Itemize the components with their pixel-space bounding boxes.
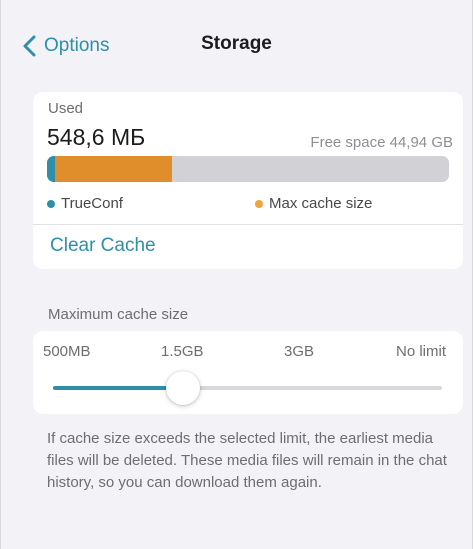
legend-label: Max cache size <box>269 195 373 212</box>
cache-size-slider-fill <box>53 386 183 390</box>
cache-size-caption: Maximum cache size <box>48 306 189 323</box>
usage-bar-app-segment <box>47 156 56 182</box>
cache-size-footnote: If cache size exceeds the selected limit… <box>47 430 447 491</box>
used-storage-value: 548,6 МБ <box>47 124 146 150</box>
free-space-label: Free space 44,94 GB <box>310 134 453 151</box>
divider <box>33 224 463 225</box>
cache-size-slider-track[interactable] <box>53 386 442 390</box>
clear-cache-button[interactable]: Clear Cache <box>50 235 156 257</box>
storage-screen: Options Storage Used 548,6 МБ Free space… <box>0 0 473 549</box>
page-title: Storage <box>201 33 272 54</box>
navigation-bar: Options Storage <box>1 0 472 86</box>
legend-label: TrueConf <box>61 195 123 212</box>
storage-usage-card: Used 548,6 МБ Free space 44,94 GB TrueCo… <box>33 92 463 269</box>
slider-option-1-5gb[interactable]: 1.5GB <box>161 343 204 360</box>
usage-bar-cache-segment <box>55 156 172 182</box>
legend-dot-icon <box>255 199 263 208</box>
used-caption: Used <box>48 100 84 117</box>
legend-dot-icon <box>47 199 55 208</box>
legend-item-max-cache: Max cache size <box>255 195 372 212</box>
slider-option-3gb[interactable]: 3GB <box>284 343 314 360</box>
slider-option-500mb[interactable]: 500MB <box>43 343 91 360</box>
cache-size-slider-thumb[interactable] <box>165 371 200 405</box>
storage-usage-bar <box>47 156 449 182</box>
legend-item-trueconf: TrueConf <box>47 195 123 212</box>
slider-option-no-limit[interactable]: No limit <box>396 343 446 360</box>
